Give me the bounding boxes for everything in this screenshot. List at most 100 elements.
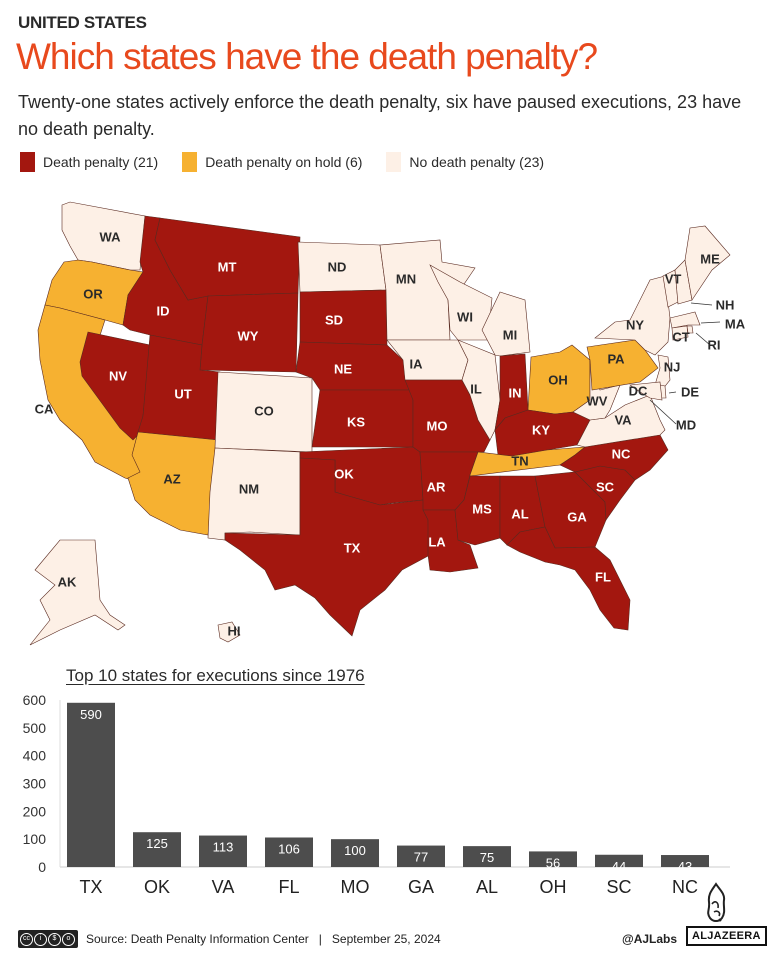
state-label-ne: NE	[334, 361, 352, 376]
state-label-nj: NJ	[664, 359, 681, 374]
state-label-nd: ND	[328, 259, 347, 274]
state-label-pa: PA	[607, 351, 625, 366]
state-label-wy: WY	[238, 328, 259, 343]
state-label-wv: WV	[587, 393, 608, 408]
brand-wordmark: ALJAZEERA	[686, 926, 767, 946]
data-label: 590	[80, 707, 102, 722]
state-label-ok: OK	[334, 466, 354, 481]
state-label-me: ME	[700, 251, 720, 266]
y-tick-label: 200	[23, 803, 47, 819]
date-text: September 25, 2024	[331, 932, 441, 946]
state-label-tx: TX	[344, 540, 361, 555]
y-tick-label: 300	[23, 776, 47, 792]
chart-title: Top 10 states for executions since 1976	[66, 666, 365, 685]
state-label-mi: MI	[503, 327, 517, 342]
subtitle: Twenty-one states actively enforce the d…	[18, 92, 742, 139]
state-ne	[295, 341, 411, 391]
state-ma	[669, 311, 701, 329]
state-label-tn: TN	[511, 453, 528, 468]
state-label-mt: MT	[218, 259, 237, 274]
state-label-ks: KS	[347, 414, 365, 429]
state-label-fl: FL	[595, 569, 611, 584]
bar-tx	[67, 702, 115, 867]
state-label-id: ID	[157, 303, 170, 318]
state-label-sd: SD	[325, 312, 343, 327]
legend-label: No death penalty (23)	[409, 154, 545, 170]
state-label-nv: NV	[109, 368, 127, 383]
kicker: UNITED STATES	[18, 13, 147, 32]
x-tick-label: VA	[212, 877, 235, 897]
state-label-ny: NY	[626, 317, 644, 332]
state-label-az: AZ	[163, 471, 180, 486]
data-label: 100	[344, 843, 366, 858]
state-sd	[299, 289, 388, 346]
nc-icon: $	[48, 932, 61, 946]
state-label-ky: KY	[532, 422, 550, 437]
data-label: 77	[414, 850, 428, 865]
legend-item-hold: Death penalty on hold (6)	[182, 152, 362, 172]
data-label: 56	[546, 855, 560, 870]
y-tick-label: 100	[23, 831, 47, 847]
leader-line	[668, 391, 677, 394]
social-handle: @AJLabs	[622, 932, 678, 946]
creative-commons-icon: cc i $ o	[18, 930, 78, 948]
page-title: Which states have the death penalty?	[16, 36, 598, 77]
state-label-ga: GA	[567, 509, 587, 524]
source-text: Source: Death Penalty Information Center	[86, 932, 309, 946]
y-tick-label: 600	[23, 692, 47, 708]
state-label-il: IL	[470, 381, 482, 396]
state-label-ca: CA	[35, 401, 54, 416]
state-label-mo: MO	[427, 418, 448, 433]
state-label-ms: MS	[472, 501, 492, 516]
aljazeera-logo-icon	[707, 882, 726, 922]
data-label: 75	[480, 850, 494, 865]
x-tick-label: NC	[672, 877, 698, 897]
legend-item-active: Death penalty (21)	[20, 152, 158, 172]
x-tick-label: OH	[540, 877, 567, 897]
data-label: 43	[678, 859, 692, 874]
data-label: 44	[612, 859, 626, 874]
state-label-oh: OH	[548, 372, 568, 387]
state-label-ri: RI	[708, 337, 721, 352]
leader-line	[700, 321, 721, 324]
by-icon: i	[34, 932, 47, 946]
data-label: 106	[278, 841, 300, 856]
state-label-wa: WA	[100, 229, 122, 244]
y-tick-label: 0	[38, 859, 46, 875]
legend-label: Death penalty on hold (6)	[205, 154, 363, 170]
state-label-ia: IA	[410, 356, 424, 371]
y-tick-label: 500	[23, 720, 47, 736]
data-label: 125	[146, 836, 168, 851]
legend: Death penalty (21) Death penalty on hold…	[20, 152, 568, 172]
state-label-la: LA	[428, 534, 446, 549]
data-label: 113	[213, 840, 234, 855]
state-label-de: DE	[681, 384, 699, 399]
state-label-md: MD	[676, 417, 696, 432]
state-label-vt: VT	[665, 271, 682, 286]
legend-label: Death penalty (21)	[43, 154, 159, 170]
state-label-wi: WI	[457, 309, 473, 324]
x-tick-label: AL	[476, 877, 498, 897]
cc-icon: cc	[20, 932, 33, 946]
state-label-or: OR	[83, 286, 103, 301]
legend-swatch-active	[20, 152, 35, 172]
legend-swatch-hold	[182, 152, 198, 172]
state-label-dc: DC	[629, 383, 648, 398]
state-ak	[29, 539, 126, 646]
bar-chart: 0 100 200 300 400 500 600 590 TX 125 OK 113 VA 106 FL 1…	[23, 692, 730, 897]
x-tick-label: GA	[408, 877, 434, 897]
state-label-ut: UT	[174, 386, 191, 401]
state-label-in: IN	[509, 385, 522, 400]
legend-item-none: No death penalty (23)	[386, 152, 544, 172]
us-map: WA OR CA ID NV MT WY UT AZ CO NM ND SD NE KS OK TX MN IA MO…	[29, 201, 746, 646]
state-label-hi: HI	[228, 623, 241, 638]
x-tick-label: OK	[144, 877, 170, 897]
leader-line	[690, 302, 713, 306]
sa-icon: o	[62, 932, 75, 946]
separator: |	[318, 932, 322, 946]
x-tick-label: MO	[341, 877, 370, 897]
state-label-nm: NM	[239, 481, 259, 496]
state-label-co: CO	[254, 403, 274, 418]
state-label-ma: MA	[725, 316, 746, 331]
state-label-nc: NC	[612, 446, 631, 461]
